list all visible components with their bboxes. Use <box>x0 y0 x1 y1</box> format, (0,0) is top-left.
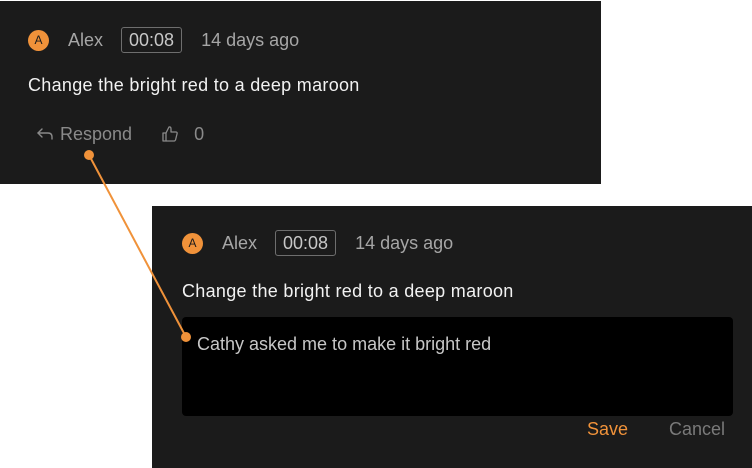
stage: A Alex 00:08 14 days ago Change the brig… <box>0 0 752 468</box>
comment-age: 14 days ago <box>355 232 454 253</box>
like-button[interactable]: 0 <box>161 124 204 145</box>
respond-button[interactable]: Respond <box>36 124 132 145</box>
comment-actions: Respond 0 <box>36 122 204 146</box>
comment-meta: A Alex 00:08 14 days ago <box>28 26 299 54</box>
comment-age: 14 days ago <box>201 29 300 50</box>
like-count: 0 <box>194 123 205 144</box>
reply-arrow-icon <box>37 128 53 140</box>
comment-card: A Alex 00:08 14 days ago Change the brig… <box>0 1 601 184</box>
avatar: A <box>28 29 49 51</box>
respond-label: Respond <box>60 123 133 144</box>
author-name: Alex <box>222 232 258 253</box>
reply-card: A Alex 00:08 14 days ago Change the brig… <box>152 206 752 468</box>
comment-text: Change the bright red to a deep maroon <box>28 75 360 95</box>
author-name: Alex <box>68 29 104 50</box>
avatar: A <box>182 232 203 254</box>
reply-form-actions: Save Cancel <box>587 419 725 440</box>
timestamp-badge[interactable]: 00:08 <box>275 230 337 256</box>
timestamp-badge[interactable]: 00:08 <box>121 27 183 53</box>
thumbs-up-icon <box>162 126 178 142</box>
save-button[interactable]: Save <box>587 419 628 440</box>
comment-text: Change the bright red to a deep maroon <box>182 281 514 301</box>
comment-meta: A Alex 00:08 14 days ago <box>182 229 453 257</box>
cancel-button[interactable]: Cancel <box>669 419 725 440</box>
reply-input[interactable]: Cathy asked me to make it bright red <box>182 317 733 416</box>
